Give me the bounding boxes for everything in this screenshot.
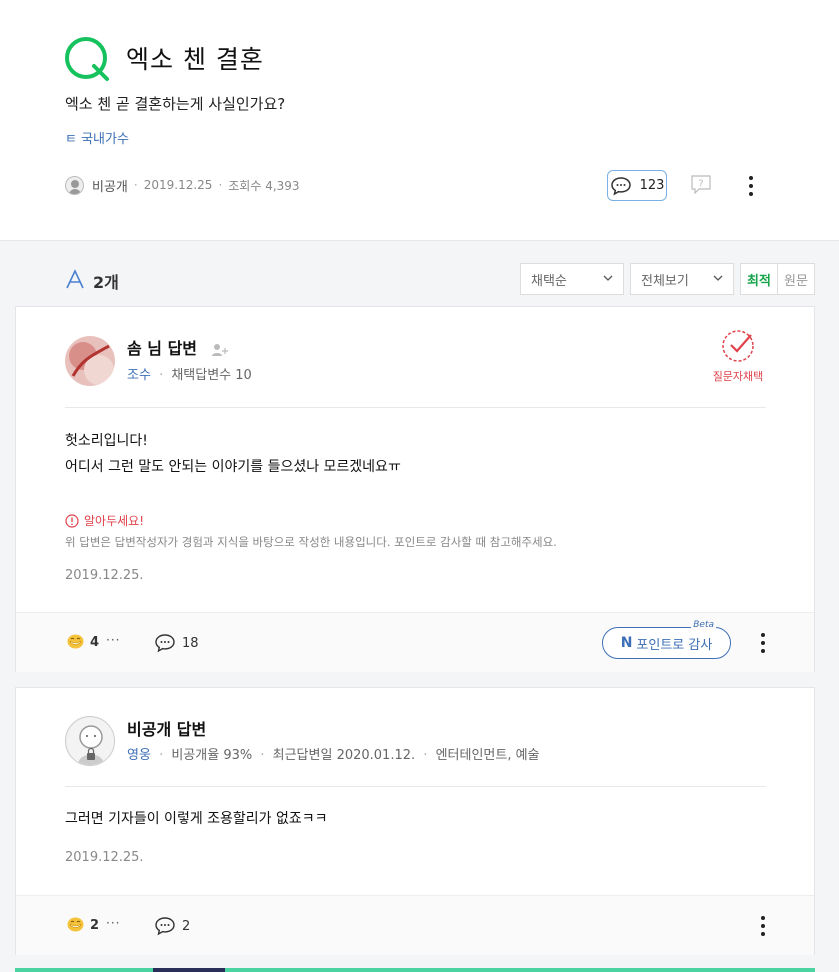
answerer-name-text: 솜 님 답변	[127, 339, 198, 358]
question-comments-button[interactable]: 123	[607, 170, 667, 201]
answerer-info: 영웅 · 비공개율 93% · 최근답변일 2020.01.12. · 엔터테인…	[127, 744, 540, 763]
question-views: 조회수 4,393	[228, 178, 300, 193]
notice-description: 위 답변은 답변작성자가 경험과 지식을 바탕으로 작성한 내용입니다. 포인트…	[65, 535, 557, 549]
answer-count: 2개	[93, 273, 119, 292]
notice-title: 알아두세요!	[65, 512, 144, 529]
answer-content: 헛소리입니다! 어디서 그런 말도 안되는 이야기를 들으셨나 모르겠네요ㅠ	[65, 428, 401, 480]
question-q-icon	[65, 37, 109, 81]
reactions-more-icon[interactable]: ···	[106, 633, 120, 647]
selected-check-icon	[722, 330, 754, 362]
point-thanks-button[interactable]: Beta N 포인트로 감사	[602, 620, 731, 659]
alert-icon	[65, 513, 79, 528]
like-count: 4	[90, 635, 100, 650]
sort-best-button[interactable]: 최적	[740, 263, 778, 295]
question-more-icon[interactable]	[748, 176, 754, 196]
naver-n-icon: N	[620, 635, 633, 651]
comment-bubble-icon	[610, 176, 631, 196]
answerer-stats: 채택답변수 10	[171, 368, 252, 383]
svg-text:?: ?	[698, 179, 703, 190]
meta-dot: ·	[133, 178, 138, 192]
point-thanks-label: 포인트로 감사	[636, 637, 713, 653]
answerer-level[interactable]: 영웅	[127, 748, 151, 763]
question-help-icon[interactable]: ?	[690, 174, 712, 194]
question-body: 엑소 첸 곧 결혼하는게 사실인가요?	[65, 95, 286, 113]
answer-card: 비공개 답변 영웅 · 비공개율 93% · 최근답변일 2020.01.12.…	[15, 687, 815, 955]
question-author: 비공개	[92, 179, 128, 195]
like-emoji-icon[interactable]	[67, 917, 84, 932]
chevron-down-icon	[713, 275, 723, 281]
reactions-more-icon[interactable]: ···	[106, 916, 120, 930]
sort-select[interactable]: 채택순	[520, 263, 624, 295]
comment-icon[interactable]	[154, 633, 176, 653]
answer-line: 그러면 기자들이 이렇게 조용할리가 없죠ㅋㅋ	[65, 811, 328, 827]
answer-card: 솜 님 답변 조수 · 채택답변수 10 질문자채택 헛소리입니다! 어디서 그…	[15, 306, 815, 672]
like-count: 2	[90, 918, 100, 933]
sort-original-button[interactable]: 원문	[777, 263, 815, 295]
answer-line: 헛소리입니다!	[65, 433, 148, 449]
bottom-banner-strip	[15, 968, 815, 972]
sort-select-value: 채택순	[531, 273, 567, 289]
answers-bar: 2개 채택순 전체보기 최적 원문	[0, 242, 839, 306]
chevron-down-icon	[603, 275, 613, 281]
answer-a-icon	[66, 269, 84, 289]
answerer-level[interactable]: 조수	[127, 368, 151, 383]
answer-more-icon[interactable]	[760, 916, 766, 936]
answerer-info: 조수 · 채택답변수 10	[127, 364, 252, 383]
answerer-recent: 최근답변일 2020.01.12.	[272, 748, 416, 763]
info-dot: ·	[159, 368, 164, 383]
answerer-name: 솜 님 답변	[127, 335, 229, 359]
comment-count: 123	[639, 178, 665, 193]
question-date: 2019.12.25	[143, 178, 213, 192]
info-dot: ·	[159, 748, 164, 763]
comment-icon[interactable]	[154, 916, 176, 936]
info-dot: ·	[423, 748, 428, 763]
question-meta: 비공개 · 2019.12.25 · 조회수 4,393	[65, 175, 300, 195]
meta-dot: ·	[218, 178, 223, 192]
question-category-link[interactable]: ㅌ 국내가수	[65, 128, 129, 147]
selected-badge-label: 질문자채택	[712, 370, 764, 383]
question-title: 엑소 첸 결혼	[126, 45, 264, 74]
info-dot: ·	[260, 748, 265, 763]
answer-date: 2019.12.25.	[65, 568, 144, 583]
beta-label: Beta	[691, 620, 716, 630]
comment-count: 18	[182, 636, 199, 651]
private-user-icon	[67, 718, 114, 765]
answer-footer: 4 ··· 18 Beta N 포인트로 감사	[16, 612, 814, 672]
answer-more-icon[interactable]	[760, 633, 766, 653]
like-emoji-icon[interactable]	[67, 634, 84, 649]
author-avatar	[65, 175, 84, 195]
question-section: 엑소 첸 결혼 엑소 첸 곧 결혼하는게 사실인가요? ㅌ 국내가수 비공개 ·…	[0, 0, 839, 241]
answer-footer: 2 ··· 2	[16, 895, 814, 955]
answer-content: 그러면 기자들이 이렇게 조용할리가 없죠ㅋㅋ	[65, 806, 328, 832]
notice-title-text: 알아두세요!	[84, 514, 145, 528]
answer-date: 2019.12.25.	[65, 850, 144, 865]
answerer-stats: 비공개율 93%	[171, 748, 253, 763]
divider	[65, 786, 766, 787]
answerer-avatar[interactable]	[65, 336, 115, 386]
answerer-fields: 엔터테인먼트, 예술	[435, 748, 540, 763]
add-friend-icon[interactable]	[211, 343, 229, 357]
view-select-value: 전체보기	[641, 273, 689, 289]
avatar-photo	[65, 336, 115, 386]
view-select[interactable]: 전체보기	[630, 263, 734, 295]
private-avatar[interactable]	[65, 716, 115, 766]
answerer-name: 비공개 답변	[127, 720, 207, 739]
comment-count: 2	[182, 919, 191, 934]
answer-line: 어디서 그런 말도 안되는 이야기를 들으셨나 모르겠네요ㅠ	[65, 459, 401, 475]
divider	[65, 407, 766, 408]
